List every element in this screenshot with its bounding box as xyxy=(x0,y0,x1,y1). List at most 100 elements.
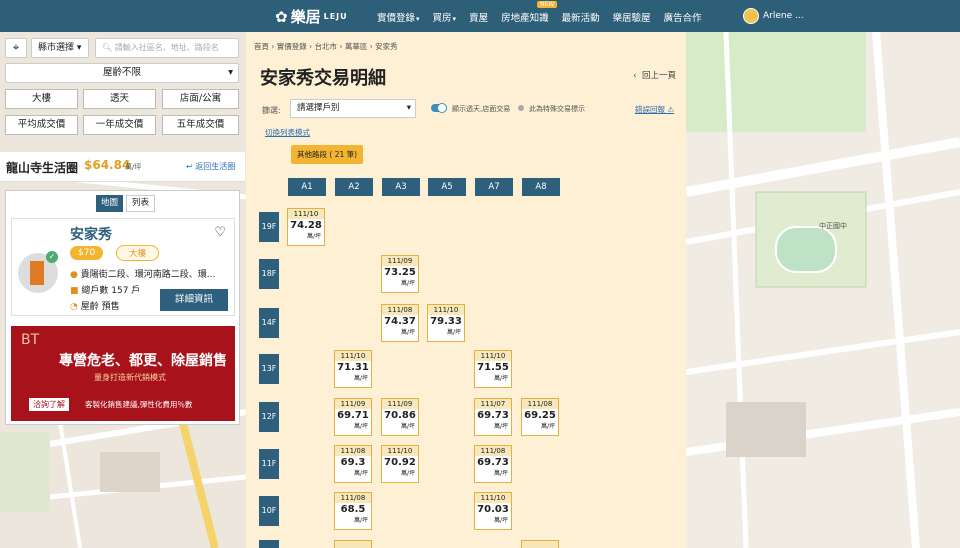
tab-map[interactable]: 地圖 xyxy=(96,195,123,212)
ad-banner[interactable]: BT 專營危老、都更、除屋銷售 量身打造新代銷模式 洽詢了解 客製化銷售建議,彈… xyxy=(11,326,235,421)
list-mode-link[interactable]: 切換列表模式 xyxy=(265,127,310,138)
price-cell[interactable]: 111/10 70.92 萬/坪 xyxy=(381,445,419,483)
cell-date: 111/08 xyxy=(522,399,558,409)
cell-date: 111/10 xyxy=(428,305,464,315)
nav-knowledge[interactable]: 房地產知識 xyxy=(501,10,549,24)
report-link[interactable]: 錯誤回報 ⚠ xyxy=(635,104,674,115)
filter-5yr-price[interactable]: 五年成交價 xyxy=(162,115,239,135)
right-map[interactable]: 中正國中 xyxy=(686,32,960,548)
unit-header-a7[interactable]: A7 xyxy=(475,178,513,196)
cell-unit: 萬/坪 xyxy=(353,470,368,477)
locate-button[interactable]: ⌖ xyxy=(5,38,27,58)
caret-down-icon: ▾ xyxy=(74,43,82,53)
toggle-switch[interactable] xyxy=(431,103,447,113)
caret-down-icon: ▾ xyxy=(406,103,411,113)
unit-header-a3[interactable]: A3 xyxy=(382,178,420,196)
type-tag: 大樓 xyxy=(116,245,160,261)
floor-label-10f: 10F xyxy=(259,496,279,526)
filter-1yr-price[interactable]: 一年成交價 xyxy=(83,115,156,135)
back-link[interactable]: ‹ 回上一頁 xyxy=(633,69,676,81)
unit-header-a5[interactable]: A5 xyxy=(428,178,466,196)
cell-unit: 萬/坪 xyxy=(400,329,415,336)
partial-row-cell xyxy=(334,540,372,548)
filter-label: 篩選: xyxy=(262,106,281,115)
price-cell[interactable]: 111/08 69.25 萬/坪 xyxy=(521,398,559,436)
cell-price: 74.37 xyxy=(384,316,416,327)
price-cell[interactable]: 111/08 68.5 萬/坪 xyxy=(334,492,372,530)
cell-unit: 萬/坪 xyxy=(493,423,508,430)
other-segment-button[interactable]: 其他路段 ( 21 筆) xyxy=(291,145,364,164)
cell-unit: 萬/坪 xyxy=(306,233,321,240)
cell-date: 111/09 xyxy=(335,399,371,409)
building-icon xyxy=(30,261,44,285)
cell-price: 73.25 xyxy=(384,267,416,278)
cell-unit: 萬/坪 xyxy=(493,470,508,477)
nav-price-registry[interactable]: 實價登錄▾ xyxy=(377,10,420,24)
ad-note: 客製化銷售建議,彈性化費用％數 xyxy=(85,400,193,409)
price-cell[interactable]: 111/09 73.25 萬/坪 xyxy=(381,255,419,293)
unit-select[interactable]: 請選擇戶別 ▾ xyxy=(290,99,416,118)
tab-list[interactable]: 列表 xyxy=(126,195,155,212)
main-nav: 實價登錄▾ 買房▾ 賣屋 房地產知識 最新活動 樂居驗屋 廣告合作 xyxy=(377,10,715,24)
price-cell[interactable]: 111/10 74.28 萬/坪 xyxy=(287,208,325,246)
unit-header-a1[interactable]: A1 xyxy=(288,178,326,196)
price-cell[interactable]: 111/10 71.31 萬/坪 xyxy=(334,350,372,388)
cell-price: 71.55 xyxy=(477,362,509,373)
logo-icon: ✿ xyxy=(275,7,288,26)
unit-header-a2[interactable]: A2 xyxy=(335,178,373,196)
filter-building[interactable]: 大樓 xyxy=(5,89,78,109)
back-to-area-link[interactable]: ↩ 返回生活圈 xyxy=(186,161,235,172)
caret-down-icon: ▾ xyxy=(228,67,233,78)
building-name: 安家秀 xyxy=(70,227,112,243)
price-cell[interactable]: 111/10 71.55 萬/坪 xyxy=(474,350,512,388)
nav-ads[interactable]: 廣告合作 xyxy=(664,10,702,24)
unit-header-a8[interactable]: A8 xyxy=(522,178,560,196)
user-menu[interactable]: Arlene ... xyxy=(743,8,804,24)
toggle-label: 顯示透天,店面交易 xyxy=(452,105,511,113)
new-badge: NEW xyxy=(537,1,558,8)
cell-date: 111/08 xyxy=(335,446,371,456)
cell-date: 111/09 xyxy=(382,399,418,409)
cell-unit: 萬/坪 xyxy=(353,423,368,430)
cell-date: 111/10 xyxy=(475,351,511,361)
city-select[interactable]: 縣市選擇 ▾ xyxy=(31,38,89,58)
cell-unit: 萬/坪 xyxy=(493,517,508,524)
site-logo[interactable]: ✿ 樂居 LEJU xyxy=(275,6,348,27)
age-select[interactable]: 屋齡不限 ▾ xyxy=(5,63,239,83)
cell-unit: 萬/坪 xyxy=(400,280,415,287)
search-box[interactable]: 🔍︎ 請輸入社區名、地址、路段名 xyxy=(95,38,239,58)
favorite-heart-icon[interactable]: ♡ xyxy=(214,225,226,240)
filter-house[interactable]: 透天 xyxy=(83,89,156,109)
filter-avg-price[interactable]: 平均成交價 xyxy=(5,115,78,135)
floor-label-18f: 18F xyxy=(259,259,279,289)
price-cell[interactable]: 111/08 69.3 萬/坪 xyxy=(334,445,372,483)
price-cell[interactable]: 111/09 69.71 萬/坪 xyxy=(334,398,372,436)
cell-date: 111/10 xyxy=(335,351,371,361)
price-cell[interactable]: 111/09 70.86 萬/坪 xyxy=(381,398,419,436)
cell-price: 69.73 xyxy=(477,457,509,468)
ad-subheadline: 量身打造新代銷模式 xyxy=(94,373,166,382)
floor-label-12f: 12F xyxy=(259,402,279,432)
top-navbar: ✿ 樂居 LEJU 實價登錄▾ 買房▾ 賣屋 房地產知識 最新活動 樂居驗屋 廣… xyxy=(0,0,960,32)
price-cell[interactable]: 111/10 79.33 萬/坪 xyxy=(427,304,465,342)
nav-events[interactable]: 最新活動 xyxy=(562,10,600,24)
nav-inspection[interactable]: 樂居驗屋 xyxy=(613,10,651,24)
floor-label-13f: 13F xyxy=(259,354,279,384)
floor-label-14f: 14F xyxy=(259,308,279,338)
price-cell[interactable]: 111/07 69.73 萬/坪 xyxy=(474,398,512,436)
nav-buy[interactable]: 買房▾ xyxy=(433,10,457,24)
cell-price: 79.33 xyxy=(430,316,462,327)
cell-date: 111/08 xyxy=(335,493,371,503)
price-cell[interactable]: 111/08 74.37 萬/坪 xyxy=(381,304,419,342)
page-title: 安家秀交易明細 xyxy=(260,68,386,89)
nav-sell[interactable]: 賣屋 xyxy=(469,10,488,24)
price-cell[interactable]: 111/10 70.03 萬/坪 xyxy=(474,492,512,530)
cell-price: 69.73 xyxy=(477,410,509,421)
price-cell[interactable]: 111/08 69.73 萬/坪 xyxy=(474,445,512,483)
cell-date: 111/08 xyxy=(475,446,511,456)
price-tag: $70 xyxy=(70,246,104,260)
filter-shop[interactable]: 店面/公寓 xyxy=(162,89,239,109)
area-price-unit: 萬/坪 xyxy=(125,163,142,171)
ad-cta-button[interactable]: 洽詢了解 xyxy=(29,398,69,411)
detail-button[interactable]: 詳細資訊 xyxy=(160,289,228,311)
